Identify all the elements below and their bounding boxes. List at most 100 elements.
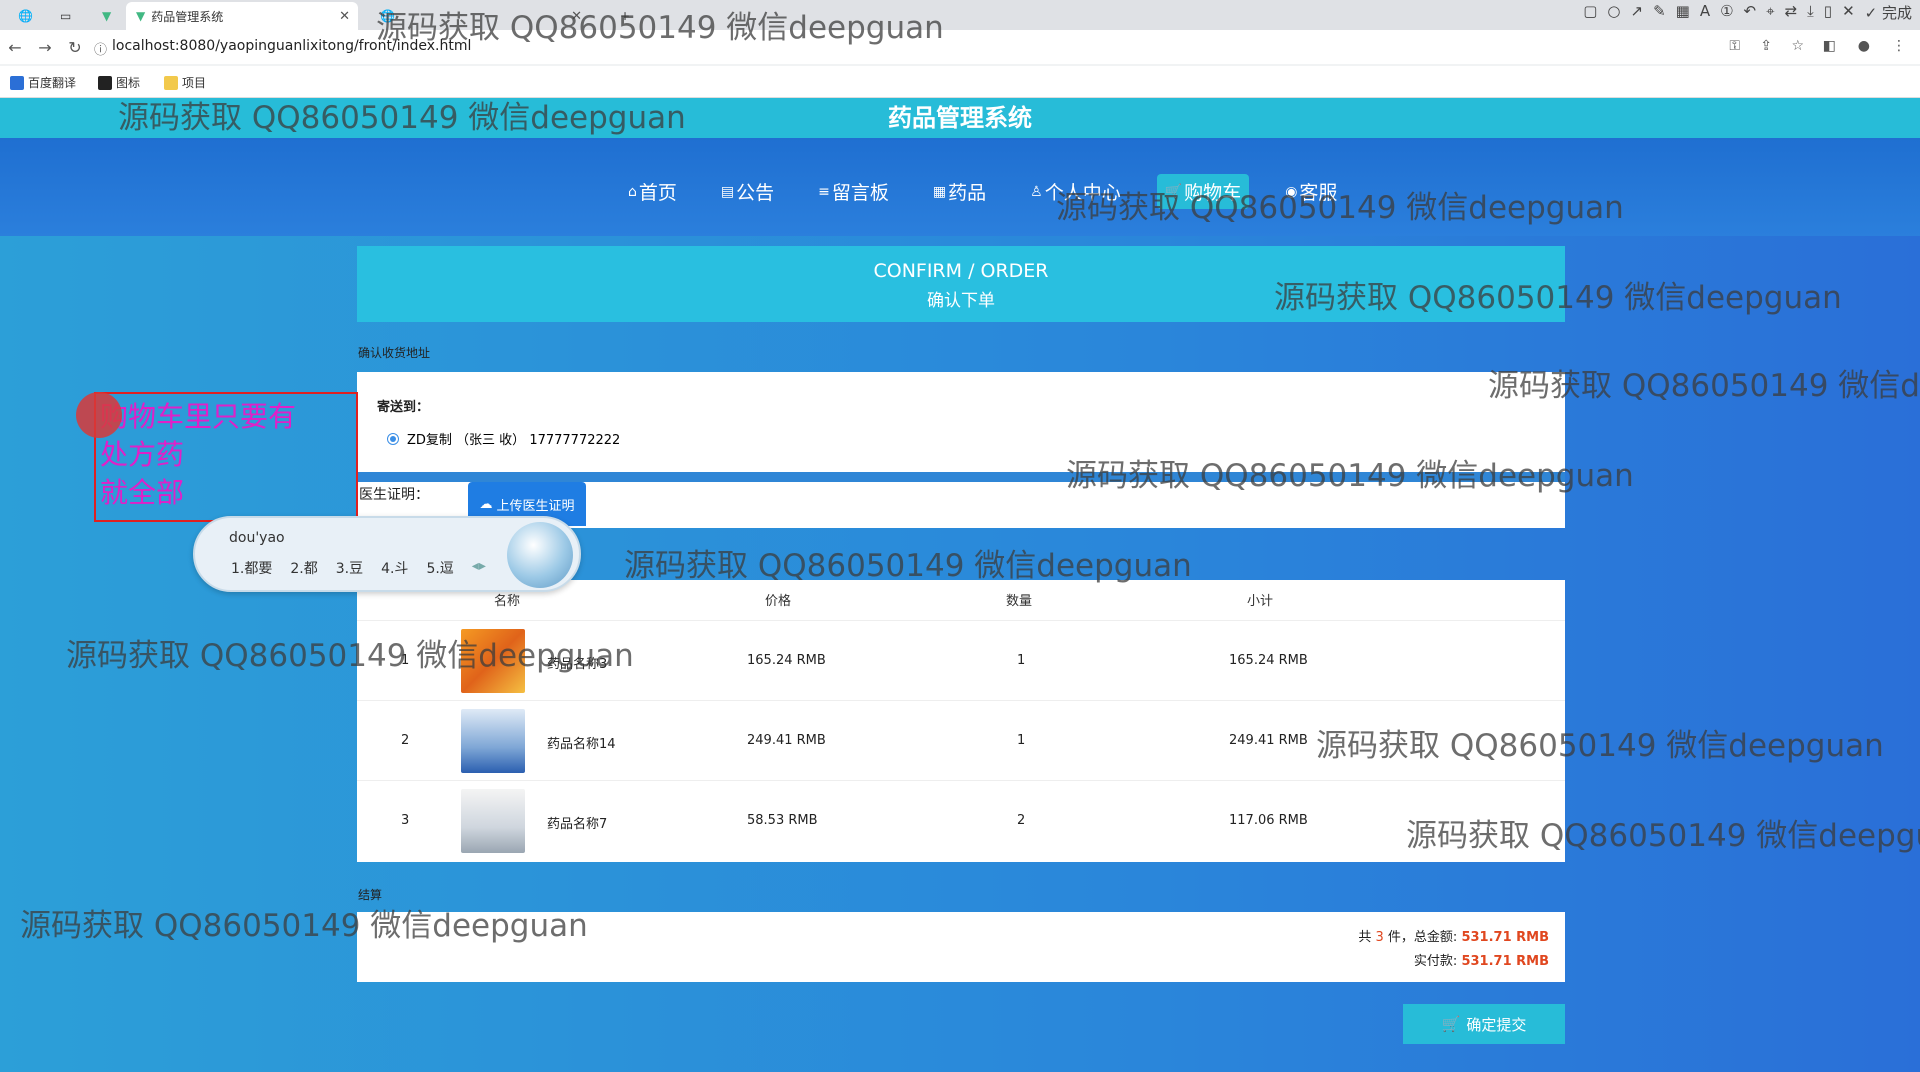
key-icon[interactable]: ⚿: [1729, 38, 1740, 54]
watermark: 源码获取 QQ86050149 微信deepguan: [376, 10, 944, 46]
forward-icon[interactable]: →: [30, 38, 60, 57]
nav-item-1[interactable]: ▤ 公告: [713, 174, 782, 209]
table-row: 3 药品名称7 58.53 RMB 2 117.06 RMB: [357, 780, 1565, 860]
submit-label: 确定提交: [1466, 1015, 1527, 1034]
save-icon[interactable]: ▯: [1824, 2, 1832, 23]
upload-label: 上传医生证明: [496, 498, 575, 514]
watermark: 源码获取 QQ86050149 微信deepguan: [1274, 280, 1842, 316]
ellipse-tool-icon[interactable]: ○: [1607, 2, 1620, 23]
nav-item-2[interactable]: ≡ 留言板: [810, 174, 897, 209]
star-icon[interactable]: ☆: [1791, 38, 1804, 54]
product-subtotal: 165.24 RMB: [1229, 653, 1308, 668]
total-amount: 531.71 RMB: [1461, 930, 1549, 945]
user-icon: ♙: [1030, 183, 1043, 200]
row-index: 2: [401, 733, 410, 748]
pen-tool-icon[interactable]: ✎: [1653, 2, 1666, 23]
annotation-line: 处方药: [100, 438, 185, 471]
bookmark-item[interactable]: 图标: [98, 74, 140, 91]
globe-icon: 🌐: [18, 9, 33, 23]
bookmark-item[interactable]: 项目: [164, 74, 206, 91]
column-header-price: 价格: [765, 594, 792, 609]
address-text: ZD复制 （张三 收） 17777772222: [407, 433, 621, 448]
product-price: 165.24 RMB: [747, 653, 826, 668]
nav-item-0[interactable]: ⌂ 首页: [620, 174, 685, 209]
bookmark-item[interactable]: 百度翻译: [10, 74, 76, 91]
number-tool-icon[interactable]: ①: [1720, 2, 1733, 23]
screenshot-toolbar: ▢ ○ ↗ ✎ ▦ A ① ↶ ⌖ ⇄ ⤓ ▯ ✕ ✓ 完成: [1583, 2, 1912, 23]
nav-item-label: 首页: [638, 182, 677, 204]
browser-tab-active[interactable]: ▼ 药品管理系统 ✕: [126, 2, 358, 30]
browser-tab[interactable]: 🌐: [8, 2, 48, 30]
done-button[interactable]: ✓ 完成: [1865, 2, 1912, 23]
ime-candidate[interactable]: 4.斗: [381, 558, 408, 578]
tab-bar: 🌐 ▭ ▼ ▼ 药品管理系统 ✕ 🌐 ✕ + ▢ ○ ↗ ✎ ▦ A ① ↶ ⌖ …: [0, 0, 1920, 30]
back-icon[interactable]: ←: [0, 38, 30, 57]
ime-page-arrows-icon[interactable]: ◂▸: [472, 558, 486, 578]
nav-item-label: 药品: [948, 182, 987, 204]
ship-to-label: 寄送到：: [377, 400, 430, 415]
address-section-label: 确认收货地址: [358, 346, 431, 360]
watermark: 源码获取 QQ86050149 微信deepguan: [118, 100, 686, 136]
tab-title: 药品管理系统: [151, 9, 224, 24]
vue-icon: ▼: [136, 9, 146, 23]
ime-candidate[interactable]: 2.都: [290, 558, 317, 578]
summary-prefix: 共: [1358, 930, 1372, 945]
product-image[interactable]: [461, 709, 525, 773]
browser-tab[interactable]: ▭: [50, 2, 90, 30]
message-board-icon: ≡: [818, 183, 830, 200]
ime-candidate[interactable]: 5.逗: [426, 558, 453, 578]
ime-candidate[interactable]: 3.豆: [336, 558, 363, 578]
text-tool-icon[interactable]: A: [1700, 2, 1710, 23]
info-icon[interactable]: ⓘ: [94, 39, 107, 58]
product-name[interactable]: 药品名称14: [547, 733, 616, 752]
pin-icon[interactable]: ⌖: [1766, 2, 1774, 23]
reload-icon[interactable]: ↻: [60, 38, 90, 57]
column-header-name: 名称: [494, 594, 521, 609]
paid-amount: 531.71 RMB: [1461, 954, 1549, 969]
sidebar-icon[interactable]: ◧: [1823, 38, 1836, 54]
share-icon[interactable]: ⇪: [1760, 38, 1772, 54]
nav-item-label: 公告: [736, 182, 775, 204]
watermark: 源码获取 QQ86050149 微信deepguan: [1488, 368, 1920, 404]
site-title: 药品管理系统: [888, 104, 1032, 132]
nav-item-3[interactable]: ▦ 药品: [925, 174, 994, 209]
browser-tab[interactable]: ▼: [92, 2, 122, 30]
watermark: 源码获取 QQ86050149 微信deepguan: [1066, 458, 1634, 494]
product-price: 249.41 RMB: [747, 733, 826, 748]
folder-icon: [164, 75, 178, 90]
summary-line: 共 3 件，总金额: 531.71 RMB: [1358, 926, 1549, 945]
close-icon[interactable]: ✕: [1842, 2, 1855, 23]
ime-candidates: 1.都要 2.都 3.豆 4.斗 5.逗 ◂▸: [231, 558, 486, 578]
close-tab-icon[interactable]: ✕: [339, 9, 350, 24]
paid-line: 实付款: 531.71 RMB: [1414, 950, 1549, 969]
product-quantity: 1: [1017, 653, 1026, 668]
product-subtotal: 249.41 RMB: [1229, 733, 1308, 748]
certificate-label: 医生证明：: [359, 487, 429, 503]
menu-icon[interactable]: ⋮: [1892, 38, 1906, 54]
ime-composition: dou'yao: [229, 530, 285, 546]
mosaic-tool-icon[interactable]: ▦: [1676, 2, 1690, 23]
product-image[interactable]: [461, 789, 525, 853]
address-option[interactable]: ZD复制 （张三 收） 17777772222: [357, 429, 1565, 448]
ime-candidate[interactable]: 1.都要: [231, 558, 272, 578]
address-radio[interactable]: [387, 432, 399, 445]
watermark: 源码获取 QQ86050149 微信deepguan: [1056, 190, 1624, 226]
profile-icon[interactable]: ●: [1858, 38, 1870, 54]
watermark: 源码获取 QQ86050149 微信deepguan: [66, 638, 634, 674]
ime-candidate-window: dou'yao 1.都要 2.都 3.豆 4.斗 5.逗 ◂▸: [193, 516, 581, 592]
translate-icon[interactable]: ⇄: [1785, 2, 1798, 23]
watermark: 源码获取 QQ86050149 微信deepguan: [624, 548, 1192, 584]
cloud-upload-icon: ☁: [479, 496, 493, 512]
paid-label: 实付款:: [1413, 954, 1458, 969]
arrow-tool-icon[interactable]: ↗: [1630, 2, 1643, 23]
undo-icon[interactable]: ↶: [1744, 2, 1757, 23]
rectangle-tool-icon[interactable]: ▢: [1583, 2, 1597, 23]
item-count: 3: [1375, 930, 1384, 945]
product-name[interactable]: 药品名称7: [547, 813, 607, 832]
submit-order-button[interactable]: 🛒 确定提交: [1403, 1004, 1565, 1044]
download-icon[interactable]: ⤓: [1807, 2, 1814, 23]
summary-total-label: 件，总金额:: [1387, 930, 1458, 945]
watermark: 源码获取 QQ86050149 微信deepguan: [20, 908, 588, 944]
bookmark-label: 项目: [182, 76, 207, 90]
watermark: 源码获取 QQ86050149 微信deepguan: [1406, 818, 1920, 854]
